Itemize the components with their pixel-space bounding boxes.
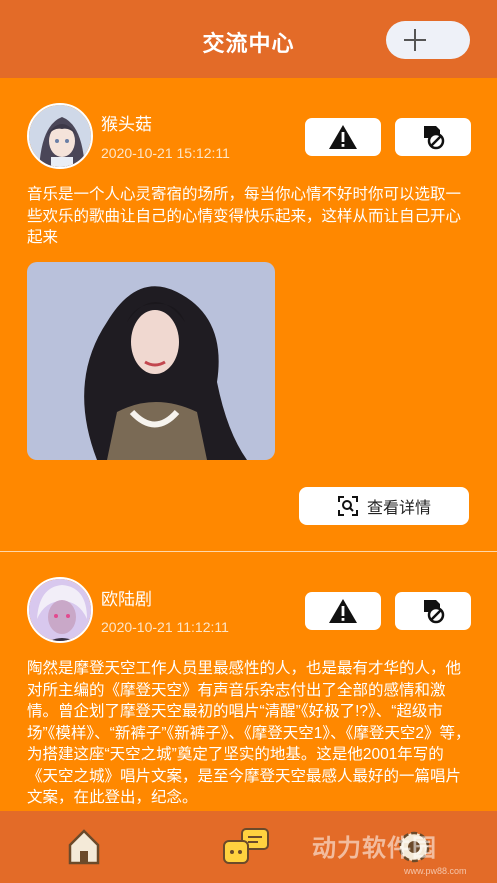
watermark-url: www.pw88.com	[404, 866, 467, 876]
bottom-tab-bar: 动力软件园 www.pw88.com	[0, 811, 497, 883]
tab-chat[interactable]	[222, 825, 269, 869]
post-card: 欧陆剧 2020-10-21 11:12:11 陶然是摩登天空工作人员里最感性的…	[0, 552, 497, 811]
block-icon	[424, 126, 445, 150]
add-post-button[interactable]	[386, 21, 470, 59]
block-button[interactable]	[395, 118, 471, 156]
avatar[interactable]	[27, 577, 93, 643]
block-icon	[424, 600, 445, 624]
post-timestamp: 2020-10-21 15:12:11	[101, 145, 230, 161]
post-text: 音乐是一个人心灵寄宿的场所，每当你心情不好时你可以选取一些欢乐的歌曲让自己的心情…	[27, 186, 462, 246]
scan-icon	[337, 496, 358, 516]
post-card: 猴头菇 2020-10-21 15:12:11 音乐是一个人心灵寄宿的场所，每当…	[0, 78, 497, 552]
post-feed[interactable]: 猴头菇 2020-10-21 15:12:11 音乐是一个人心灵寄宿的场所，每当…	[0, 78, 497, 811]
view-detail-button[interactable]: 查看详情	[299, 487, 469, 525]
warning-icon	[329, 599, 357, 623]
home-icon	[68, 829, 100, 865]
watermark: 动力软件园	[312, 835, 437, 862]
report-button[interactable]	[305, 118, 381, 156]
post-text: 陶然是摩登天空工作人员里最感性的人，也是最有才华的人，他对所主编的《摩登天空》有…	[27, 660, 471, 806]
avatar[interactable]	[27, 103, 93, 169]
block-button[interactable]	[395, 592, 471, 630]
tab-home[interactable]	[62, 825, 106, 869]
post-image[interactable]	[27, 262, 275, 460]
view-detail-label: 查看详情	[366, 500, 431, 517]
post-username: 欧陆剧	[101, 590, 152, 609]
plus-icon	[404, 29, 426, 51]
header-bar: 交流中心	[0, 0, 497, 78]
chat-icon	[223, 828, 269, 864]
report-button[interactable]	[305, 592, 381, 630]
post-timestamp: 2020-10-21 11:12:11	[101, 619, 229, 635]
warning-icon	[329, 125, 357, 149]
post-username: 猴头菇	[101, 115, 152, 134]
